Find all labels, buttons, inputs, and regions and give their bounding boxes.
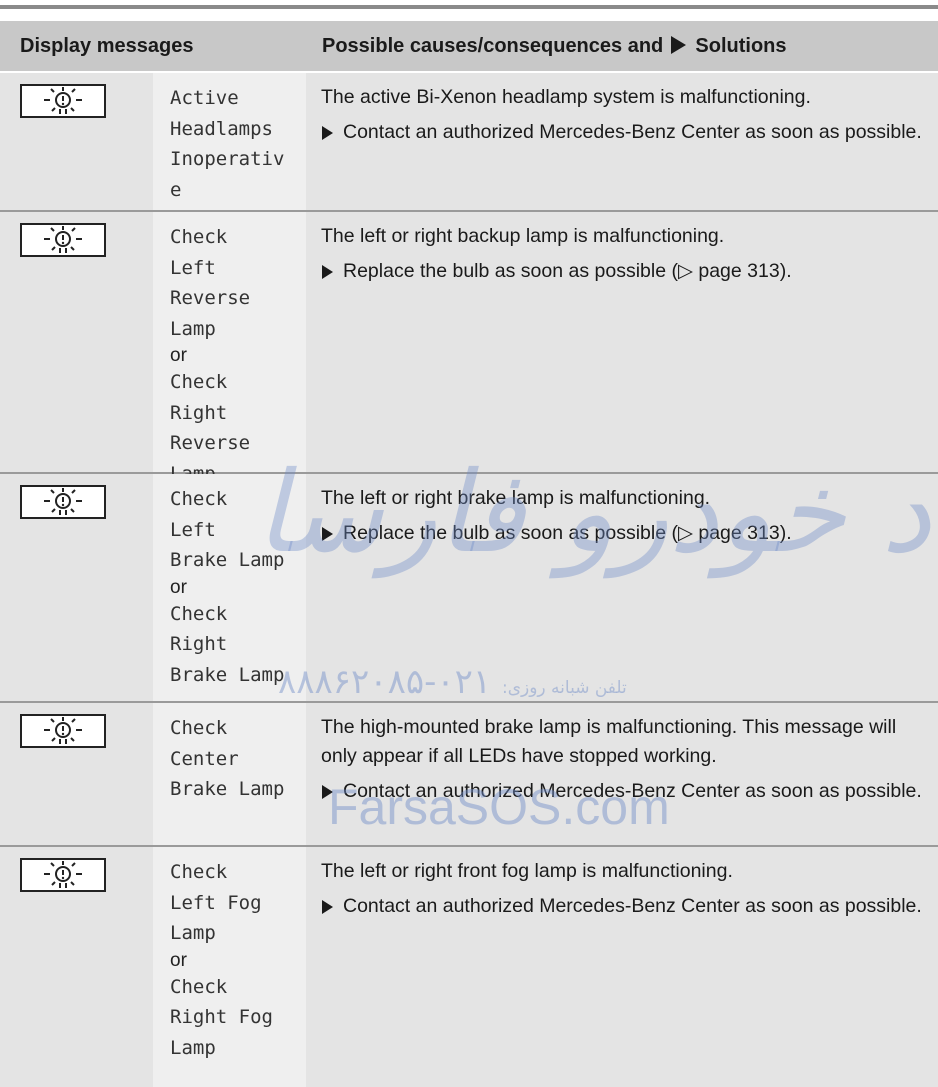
header-display-messages: Display messages (20, 35, 194, 57)
icon-cell (0, 73, 153, 210)
solution-step: Contact an authorized Mercedes-Benz Cent… (321, 777, 926, 806)
step-arrow-icon (322, 265, 333, 279)
cause-text: The active Bi-Xenon headlamp system is m… (321, 86, 811, 108)
solution-text: Replace the bulb as soon as possible (▷ … (343, 522, 792, 544)
solution-cell: The active Bi-Xenon headlamp system is m… (306, 73, 938, 210)
icon-cell (0, 847, 153, 1087)
header-causes-label: Possible causes/consequences and (322, 35, 664, 57)
icon-cell (0, 703, 153, 845)
table-row: Active Headlamps Inoperativ e The active… (0, 73, 938, 212)
display-message-line: Right Fog (170, 1006, 273, 1028)
display-message-line: Reverse (170, 432, 251, 454)
display-message-line: Check (170, 371, 228, 393)
lamp-fault-icon (20, 714, 106, 748)
display-message-line: Left (170, 518, 216, 541)
header-solutions-label: Solutions (695, 35, 787, 57)
display-message-line: Check (170, 717, 228, 739)
message-cell: Check Left Reverse Lamp or Check Right R… (153, 212, 306, 485)
table-row: Check Left Fog Lamp or Check Right Fog L… (0, 847, 938, 1087)
table-row: Check Left Reverse Lamp or Check Right R… (0, 212, 938, 485)
display-message-line: Headlamps (170, 117, 273, 140)
solution-step: Replace the bulb as soon as possible (▷ … (321, 257, 926, 286)
solution-cell: The left or right brake lamp is malfunct… (306, 474, 938, 701)
step-arrow-icon (322, 785, 333, 799)
icon-cell (0, 474, 153, 701)
solution-text: Contact an authorized Mercedes-Benz Cent… (343, 780, 922, 802)
or-separator: or (170, 345, 187, 366)
display-message-line: Left Fog (170, 891, 262, 914)
display-message-line: Brake Lamp (170, 778, 285, 800)
display-messages-table: Display messages Possible causes/consequ… (0, 21, 938, 1087)
solution-cell: The high-mounted brake lamp is malfuncti… (306, 703, 938, 845)
icon-cell (0, 212, 153, 472)
solution-arrow-icon (670, 36, 686, 54)
display-message-line: Lamp (170, 317, 216, 340)
display-message-line: Check (170, 861, 228, 883)
top-rule (0, 5, 938, 9)
lamp-fault-icon (20, 485, 106, 519)
table-row: Check Center Brake Lamp The high-mounted… (0, 703, 938, 847)
solution-step: Contact an authorized Mercedes-Benz Cent… (321, 892, 926, 921)
header-causes-solutions: Possible causes/consequences and Solutio… (306, 21, 938, 71)
cause-text: The high-mounted brake lamp is malfuncti… (321, 716, 897, 767)
display-message-line: Left (170, 256, 216, 279)
message-cell: Check Left Brake Lamp or Check Right Bra… (153, 474, 306, 701)
display-message-line: Check (170, 488, 228, 510)
display-message-line: Right (170, 633, 228, 655)
message-cell: Check Left Fog Lamp or Check Right Fog L… (153, 847, 306, 1087)
solution-text: Contact an authorized Mercedes-Benz Cent… (343, 121, 922, 143)
solution-cell: The left or right backup lamp is malfunc… (306, 212, 938, 472)
table-row: Check Left Brake Lamp or Check Right Bra… (0, 474, 938, 703)
display-message-line: Lamp (170, 922, 216, 944)
solution-step: Replace the bulb as soon as possible (▷ … (321, 519, 926, 548)
table-header: Display messages Possible causes/consequ… (0, 21, 938, 73)
step-arrow-icon (322, 900, 333, 914)
lamp-fault-icon (20, 84, 106, 118)
display-message-line: Active (170, 87, 239, 109)
display-message-line: Check (170, 975, 228, 998)
message-cell: Active Headlamps Inoperativ e (153, 73, 306, 210)
or-separator: or (170, 576, 187, 598)
step-arrow-icon (322, 527, 333, 541)
display-message-line: Reverse (170, 287, 251, 309)
or-separator: or (170, 949, 187, 971)
display-message-line: Inoperativ (170, 148, 285, 170)
lamp-fault-icon (20, 858, 106, 892)
solution-text: Contact an authorized Mercedes-Benz Cent… (343, 895, 922, 917)
solution-cell: The left or right front fog lamp is malf… (306, 847, 938, 1087)
display-message-line: Brake Lamp (170, 549, 285, 571)
display-message-line: Center (170, 747, 239, 770)
display-message-line: Brake Lamp (170, 663, 285, 686)
display-message-line: Check (170, 602, 228, 625)
solution-text: Replace the bulb as soon as possible (▷ … (343, 260, 792, 282)
display-message-line: Check (170, 226, 228, 248)
display-message-line: Lamp (170, 1036, 216, 1059)
cause-text: The left or right front fog lamp is malf… (321, 860, 733, 882)
display-message-line: e (170, 178, 182, 201)
lamp-fault-icon (20, 223, 106, 257)
step-arrow-icon (322, 126, 333, 140)
display-message-line: Right (170, 401, 228, 424)
cause-text: The left or right brake lamp is malfunct… (321, 487, 711, 509)
message-cell: Check Center Brake Lamp (153, 703, 306, 845)
solution-step: Contact an authorized Mercedes-Benz Cent… (321, 118, 926, 147)
cause-text: The left or right backup lamp is malfunc… (321, 225, 725, 247)
